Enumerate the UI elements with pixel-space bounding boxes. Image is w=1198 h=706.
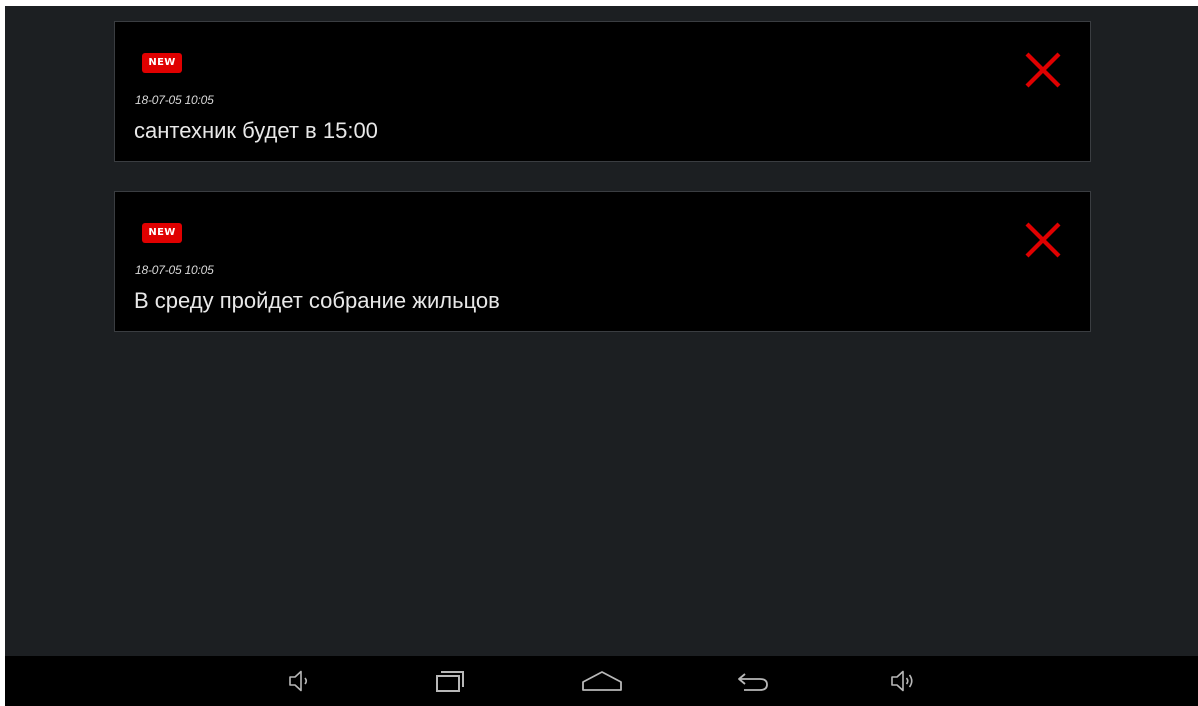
new-badge: NEW xyxy=(142,53,182,73)
navigation-bar xyxy=(5,656,1198,706)
close-icon xyxy=(1025,52,1061,88)
close-button[interactable] xyxy=(1023,50,1063,90)
notification-card[interactable]: NEW 18-07-05 10:05 сантехник будет в 15:… xyxy=(114,21,1091,162)
volume-up-button[interactable] xyxy=(887,668,917,694)
notification-timestamp: 18-07-05 10:05 xyxy=(135,93,214,107)
home-icon xyxy=(582,671,622,691)
notification-message: В среду пройдет собрание жильцов xyxy=(134,288,500,313)
notification-message: сантехник будет в 15:00 xyxy=(134,118,378,143)
volume-down-icon xyxy=(289,670,308,692)
recent-apps-icon xyxy=(436,671,464,692)
notification-card[interactable]: NEW 18-07-05 10:05 В среду пройдет собра… xyxy=(114,191,1091,332)
close-icon xyxy=(1025,222,1061,258)
new-badge: NEW xyxy=(142,223,182,243)
device-screen: NEW 18-07-05 10:05 сантехник будет в 15:… xyxy=(5,6,1198,706)
volume-up-icon xyxy=(891,670,913,692)
notifications-list: NEW 18-07-05 10:05 сантехник будет в 15:… xyxy=(5,6,1198,656)
close-button[interactable] xyxy=(1023,220,1063,260)
recent-apps-button[interactable] xyxy=(430,668,470,694)
volume-down-button[interactable] xyxy=(285,668,315,694)
notification-timestamp: 18-07-05 10:05 xyxy=(135,263,214,277)
back-button[interactable] xyxy=(730,668,770,694)
back-icon xyxy=(738,673,768,691)
home-button[interactable] xyxy=(580,668,624,694)
